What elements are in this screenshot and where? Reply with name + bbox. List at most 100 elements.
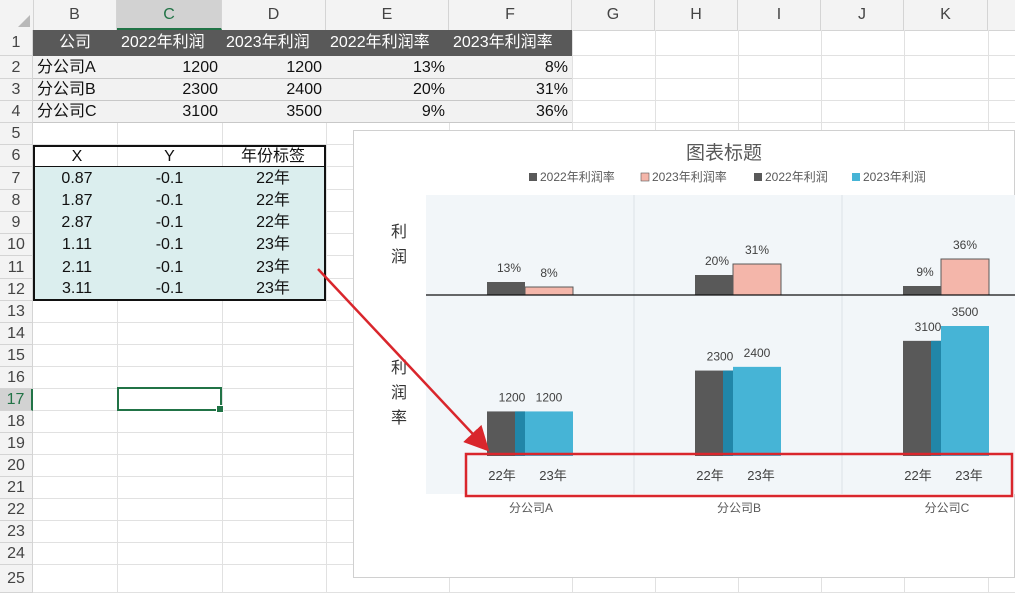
row-header-23[interactable]: 23 (0, 521, 33, 543)
table1-header-cell[interactable]: 2022年利润率 (326, 30, 449, 56)
table1-header-cell[interactable]: 公司 (33, 30, 117, 56)
upper-axis-label-char: 利 (391, 223, 407, 241)
row-header-6[interactable]: 6 (0, 145, 33, 167)
column-header-e[interactable]: E (326, 0, 449, 30)
table2-header-cell[interactable]: Y (117, 147, 222, 167)
row-header-10[interactable]: 10 (0, 234, 33, 256)
column-header-k[interactable]: K (904, 0, 988, 30)
table1-header-cell[interactable]: 2023年利润率 (449, 30, 572, 56)
row-header-18[interactable]: 18 (0, 411, 33, 433)
row-header-8[interactable]: 8 (0, 190, 33, 212)
row-header-11[interactable]: 11 (0, 256, 33, 279)
table2-cell[interactable]: -0.1 (117, 256, 222, 279)
selected-cell-c17[interactable] (117, 387, 224, 413)
year-label-23: 23年 (539, 468, 566, 483)
table1-cell[interactable]: 2400 (222, 79, 326, 101)
table1-cell[interactable]: 13% (326, 56, 449, 79)
table2-cell[interactable]: -0.1 (117, 190, 222, 212)
row-header-2[interactable]: 2 (0, 56, 33, 79)
table2-cell[interactable]: -0.1 (117, 212, 222, 234)
column-header-c[interactable]: C (117, 0, 222, 30)
fill-handle[interactable] (216, 405, 224, 413)
row-header-5[interactable]: 5 (0, 123, 33, 145)
column-header-j[interactable]: J (821, 0, 904, 30)
legend-swatch (640, 172, 650, 182)
table2-cell[interactable]: 22年 (222, 190, 324, 212)
table2-cell[interactable]: 2.87 (35, 212, 119, 234)
table2-header-cell[interactable]: 年份标签 (222, 147, 324, 167)
table1-cell[interactable]: 36% (449, 101, 572, 123)
table2-cell[interactable]: -0.1 (117, 234, 222, 256)
table2-cell[interactable]: 3.11 (35, 279, 119, 299)
profit-label-2023: 1200 (536, 390, 563, 404)
table2-cell[interactable]: 23年 (222, 234, 324, 256)
row-header-1[interactable]: 1 (0, 30, 33, 56)
profit-bar-2023 (941, 326, 989, 456)
column-header-b[interactable]: B (33, 0, 117, 30)
row-header-16[interactable]: 16 (0, 367, 33, 389)
table2-cell[interactable]: 1.87 (35, 190, 119, 212)
select-all-triangle-icon[interactable] (18, 15, 30, 27)
table1-cell[interactable]: 3100 (117, 101, 222, 123)
table1-cell[interactable]: 2300 (117, 79, 222, 101)
table1-cell[interactable]: 20% (326, 79, 449, 101)
select-all-corner[interactable] (0, 0, 34, 30)
row-header-15[interactable]: 15 (0, 345, 33, 367)
row-header-12[interactable]: 12 (0, 279, 33, 301)
row-header-20[interactable]: 20 (0, 455, 33, 477)
table1-cell[interactable]: 1200 (117, 56, 222, 79)
table2-cell[interactable]: 22年 (222, 167, 324, 190)
row-header-17[interactable]: 17 (0, 389, 33, 411)
table2-cell[interactable]: 1.11 (35, 234, 119, 256)
chart-svg: 图表标题2022年利润率 2023年利润率 2022年利润 2023年利润利润利润率1… (391, 142, 1015, 515)
table2-cell[interactable]: 0.87 (35, 167, 119, 190)
table2-cell[interactable]: -0.1 (117, 167, 222, 190)
table2-cell[interactable]: 23年 (222, 256, 324, 279)
table1-cell[interactable]: 8% (449, 56, 572, 79)
column-header-d[interactable]: D (222, 0, 326, 30)
profit-label-2022: 1200 (499, 390, 526, 404)
row-header-4[interactable]: 4 (0, 101, 33, 123)
column-header-f[interactable]: F (449, 0, 572, 30)
rate-label-2023: 36% (953, 238, 977, 252)
rate-bar-2022 (487, 282, 525, 295)
table2-cell[interactable]: -0.1 (117, 279, 222, 299)
legend-label: 2022年利润 (765, 170, 828, 184)
table1-header-cell[interactable]: 2023年利润 (222, 30, 326, 56)
row-header-21[interactable]: 21 (0, 477, 33, 499)
rate-label-2022: 20% (705, 254, 729, 268)
row-header-3[interactable]: 3 (0, 79, 33, 101)
year-label-22: 22年 (488, 468, 515, 483)
bar-overlap (931, 340, 941, 456)
row-header-13[interactable]: 13 (0, 301, 33, 323)
row-header-25[interactable]: 25 (0, 565, 33, 593)
profit-bar-2023 (733, 366, 781, 456)
table1-cell[interactable]: 1200 (222, 56, 326, 79)
table2-cell[interactable]: 23年 (222, 279, 324, 299)
lower-axis-label-char: 率 (391, 409, 407, 427)
year-label-23: 23年 (955, 468, 982, 483)
row-header-9[interactable]: 9 (0, 212, 33, 234)
row-header-14[interactable]: 14 (0, 323, 33, 345)
table2-header-cell[interactable]: X (35, 147, 119, 167)
table1-header-cell[interactable]: 2022年利润 (117, 30, 222, 56)
table1-cell[interactable]: 分公司C (33, 101, 117, 123)
row-header-19[interactable]: 19 (0, 433, 33, 455)
table1-cell[interactable]: 31% (449, 79, 572, 101)
table1-cell[interactable]: 3500 (222, 101, 326, 123)
row-header-24[interactable]: 24 (0, 543, 33, 565)
column-header-i[interactable]: I (738, 0, 821, 30)
column-header-h[interactable]: H (655, 0, 738, 30)
column-header-g[interactable]: G (572, 0, 655, 30)
table2-cell[interactable]: 22年 (222, 212, 324, 234)
table2-cell[interactable]: 2.11 (35, 256, 119, 279)
column-header-row: B C D E F G H I J K (0, 0, 1015, 31)
row-header-22[interactable]: 22 (0, 499, 33, 521)
table1-cell[interactable]: 9% (326, 101, 449, 123)
row-header-7[interactable]: 7 (0, 167, 33, 190)
combo-bar-chart[interactable]: 图表标题 2022年利润率 2023年利润率 2022年利润 2023年利润利润利润率 1… (353, 130, 1015, 578)
year-label-22: 22年 (696, 468, 723, 483)
rate-bar-2022 (695, 275, 733, 295)
table1-cell[interactable]: 分公司B (33, 79, 117, 101)
table1-cell[interactable]: 分公司A (33, 56, 117, 79)
